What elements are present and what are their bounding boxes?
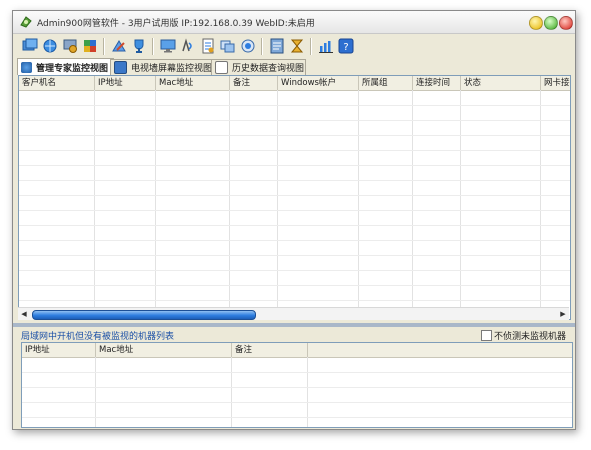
policy-settings-icon[interactable]	[268, 37, 286, 55]
table-header: IP地址 Mac地址 备注	[22, 343, 572, 358]
column-header[interactable]: 客户机名	[19, 76, 95, 90]
toolbar-separator	[103, 38, 105, 55]
grid-line	[19, 180, 570, 181]
scroll-right-arrow-icon[interactable]: ▶	[558, 308, 568, 320]
tab-label: 历史数据查询视图	[232, 64, 305, 74]
network-settings-icon[interactable]	[61, 37, 79, 55]
column-header[interactable]: IP地址	[95, 76, 156, 90]
grid-line	[19, 105, 570, 106]
minimize-button[interactable]	[529, 16, 543, 30]
tab-manager-view[interactable]: 管理专家监控视图	[17, 58, 114, 75]
column-header[interactable]: Windows帐户	[278, 76, 359, 90]
column-header[interactable]: Mac地址	[96, 343, 232, 357]
grid-line	[358, 90, 359, 308]
app-logo-icon	[20, 16, 32, 28]
grid-line	[19, 195, 570, 196]
monitored-clients-table[interactable]: 客户机名 IP地址 Mac地址 备注 Windows帐户 所属组 连接时间 状态…	[18, 75, 571, 320]
grid-line	[19, 255, 570, 256]
chart-icon[interactable]	[317, 37, 335, 55]
title-bar[interactable]: Admin900网管软件 - 3用户试用版 IP:192.168.0.39 We…	[13, 11, 575, 34]
column-header[interactable]: 所属组	[359, 76, 413, 90]
panel-splitter[interactable]	[13, 323, 575, 327]
history-query-icon	[215, 61, 228, 74]
column-header[interactable]: 状态	[461, 76, 541, 90]
grid-line	[277, 90, 278, 308]
add-computer-icon[interactable]	[21, 37, 39, 55]
monitor-icon[interactable]	[159, 37, 177, 55]
grid-line	[22, 387, 572, 388]
toolbar-separator	[261, 38, 263, 55]
svg-text:?: ?	[343, 42, 348, 53]
tab-tv-wall-view[interactable]: 电视墙屏幕监控视图	[110, 59, 215, 75]
grid-line	[460, 90, 461, 308]
grid-line	[155, 90, 156, 308]
tv-wall-icon	[114, 61, 127, 74]
grid-line	[22, 372, 572, 373]
trophy-icon[interactable]	[130, 37, 148, 55]
report-icon[interactable]	[199, 37, 217, 55]
unmonitored-machines-table[interactable]: IP地址 Mac地址 备注	[21, 342, 573, 428]
globe-refresh-icon[interactable]	[41, 37, 59, 55]
grid-line	[22, 417, 572, 418]
grid-line	[19, 225, 570, 226]
broadcast-icon[interactable]	[179, 37, 197, 55]
screen-capture-icon[interactable]	[239, 37, 257, 55]
close-button[interactable]	[559, 16, 573, 30]
view-tabs: 管理专家监控视图 电视墙屏幕监控视图 历史数据查询视图	[17, 58, 573, 75]
remote-control-icon[interactable]	[110, 37, 128, 55]
grid-line	[94, 90, 95, 308]
puzzle-icon[interactable]	[81, 37, 99, 55]
column-header[interactable]: 备注	[232, 343, 308, 357]
toolbar-separator	[310, 38, 312, 55]
grid-line	[19, 150, 570, 151]
column-header[interactable]: 网卡接	[541, 76, 570, 90]
grid-line	[19, 135, 570, 136]
tab-label: 管理专家监控视图	[36, 63, 109, 74]
tab-history-view[interactable]: 历史数据查询视图	[211, 59, 306, 75]
skip-detection-label[interactable]: 不侦测未监视机器	[494, 329, 566, 342]
grid-line	[229, 90, 230, 308]
unmonitored-panel-title: 局域网中开机但没有被监视的机器列表	[21, 332, 175, 342]
column-header[interactable]: IP地址	[22, 343, 96, 357]
grid-line	[19, 285, 570, 286]
scroll-thumb[interactable]	[32, 310, 256, 320]
hourglass-icon[interactable]	[288, 37, 306, 55]
manager-view-icon	[21, 61, 32, 73]
column-header[interactable]: Mac地址	[156, 76, 230, 90]
grid-line	[19, 270, 570, 271]
column-header[interactable]: 连接时间	[413, 76, 461, 90]
window-title: Admin900网管软件 - 3用户试用版 IP:192.168.0.39 We…	[37, 19, 315, 29]
grid-line	[22, 402, 572, 403]
table-header: 客户机名 IP地址 Mac地址 备注 Windows帐户 所属组 连接时间 状态…	[19, 76, 570, 91]
grid-line	[540, 90, 541, 308]
skip-detection-checkbox[interactable]	[481, 330, 492, 341]
grid-line	[412, 90, 413, 308]
toolbar: ?	[13, 34, 575, 59]
column-header[interactable]: 备注	[230, 76, 278, 90]
toolbar-separator	[152, 38, 154, 55]
grid-line	[19, 300, 570, 301]
unmonitored-panel-header: 局域网中开机但没有被监视的机器列表 不侦测未监视机器	[13, 328, 575, 342]
copy-windows-icon[interactable]	[219, 37, 237, 55]
tab-label: 电视墙屏幕监控视图	[131, 64, 213, 74]
grid-line	[19, 165, 570, 166]
grid-line	[19, 120, 570, 121]
grid-line	[19, 210, 570, 211]
grid-line	[19, 240, 570, 241]
app-window: Admin900网管软件 - 3用户试用版 IP:192.168.0.39 We…	[12, 10, 576, 430]
maximize-button[interactable]	[544, 16, 558, 30]
help-icon[interactable]: ?	[337, 37, 355, 55]
scroll-left-arrow-icon[interactable]: ◀	[19, 308, 29, 320]
horizontal-scrollbar[interactable]: ◀ ▶	[18, 307, 569, 320]
